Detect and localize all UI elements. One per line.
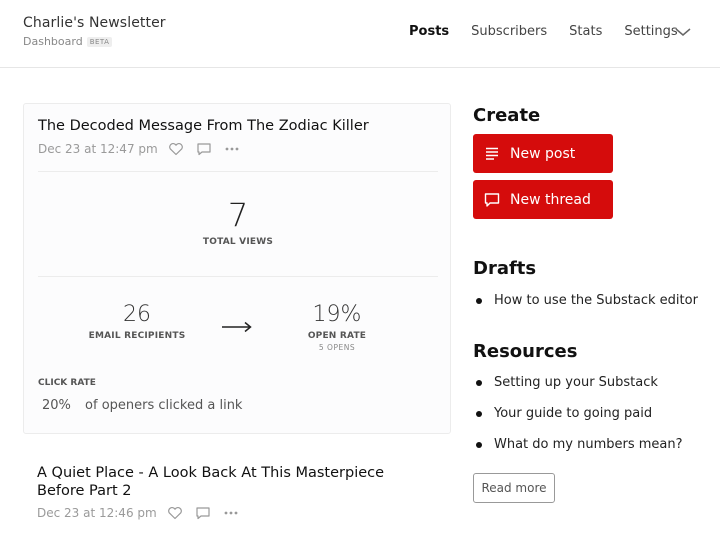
nav-settings[interactable]: Settings — [624, 24, 677, 39]
resource-item[interactable]: Your guide to going paid — [476, 398, 683, 429]
resource-item-label: Your guide to going paid — [494, 406, 653, 421]
comment-icon[interactable] — [195, 506, 211, 520]
total-views-value: 7 — [227, 196, 249, 234]
document-lines-icon — [484, 146, 500, 162]
divider — [38, 276, 438, 277]
more-icon[interactable] — [224, 142, 240, 156]
open-rate-value: 19% — [312, 302, 362, 327]
comment-icon[interactable] — [196, 142, 212, 156]
click-rate-value: 20% — [42, 398, 71, 413]
email-recipients-stat: 26 EMAIL RECIPIENTS — [84, 302, 190, 341]
new-thread-label: New thread — [510, 191, 591, 208]
open-rate-label: OPEN RATE — [307, 331, 367, 341]
click-rate-row: 20% of openers clicked a link — [42, 398, 242, 413]
chat-bubble-icon — [484, 192, 500, 208]
click-rate-label: CLICK RATE — [38, 378, 96, 388]
post-title[interactable]: The Decoded Message From The Zodiac Kill… — [38, 118, 369, 134]
dashboard-text: Dashboard — [23, 35, 83, 48]
post-date-2: Dec 23 at 12:46 pm — [37, 506, 157, 520]
beta-badge: BETA — [86, 36, 113, 47]
click-rate-text: of openers clicked a link — [85, 398, 243, 413]
resource-item[interactable]: Setting up your Substack — [476, 367, 683, 398]
resource-item-label: Setting up your Substack — [494, 375, 658, 390]
resources-heading: Resources — [473, 341, 578, 362]
new-thread-button[interactable]: New thread — [473, 180, 613, 219]
heart-icon[interactable] — [168, 142, 184, 156]
draft-item[interactable]: How to use the Substack editor — [476, 285, 698, 316]
open-rate-stat: 19% OPEN RATE 5 OPENS — [292, 302, 382, 352]
top-header: Charlie's Newsletter Dashboard BETA Post… — [0, 0, 720, 68]
nav-subscribers[interactable]: Subscribers — [471, 24, 547, 39]
post-meta-2: Dec 23 at 12:46 pm — [37, 506, 239, 520]
resource-item-label: What do my numbers mean? — [494, 437, 683, 452]
bullet — [476, 297, 482, 304]
create-heading: Create — [473, 105, 541, 126]
newsletter-title[interactable]: Charlie's Newsletter — [23, 15, 166, 31]
post-card[interactable]: The Decoded Message From The Zodiac Kill… — [23, 103, 451, 434]
total-views-label: TOTAL VIEWS — [202, 237, 274, 247]
new-post-button[interactable]: New post — [473, 134, 613, 173]
bullet — [476, 379, 482, 386]
more-icon[interactable] — [223, 506, 239, 520]
post-meta: Dec 23 at 12:47 pm — [38, 142, 240, 156]
post-title-2[interactable]: A Quiet Place - A Look Back At This Mast… — [37, 464, 397, 500]
main-nav: Posts Subscribers Stats Settings — [409, 24, 700, 39]
dashboard-label: Dashboard BETA — [23, 35, 166, 48]
nav-posts[interactable]: Posts — [409, 24, 449, 39]
bullet — [476, 441, 482, 448]
drafts-list: How to use the Substack editor — [476, 285, 698, 316]
nav-stats[interactable]: Stats — [569, 24, 602, 39]
new-post-label: New post — [510, 145, 576, 162]
bullet — [476, 410, 482, 417]
divider — [38, 171, 438, 172]
opens-count: 5 OPENS — [318, 343, 356, 352]
email-recipients-label: EMAIL RECIPIENTS — [88, 331, 186, 341]
drafts-heading: Drafts — [473, 258, 537, 279]
resource-item[interactable]: What do my numbers mean? — [476, 429, 683, 460]
post-date: Dec 23 at 12:47 pm — [38, 142, 158, 156]
read-more-button[interactable]: Read more — [473, 473, 555, 503]
arrow-right-icon — [221, 318, 253, 337]
resources-list: Setting up your Substack Your guide to g… — [476, 367, 683, 460]
email-recipients-value: 26 — [123, 302, 151, 327]
brand[interactable]: Charlie's Newsletter Dashboard BETA — [23, 15, 166, 48]
chevron-down-icon[interactable] — [673, 23, 693, 41]
heart-icon[interactable] — [167, 506, 183, 520]
draft-item-label: How to use the Substack editor — [494, 293, 698, 308]
